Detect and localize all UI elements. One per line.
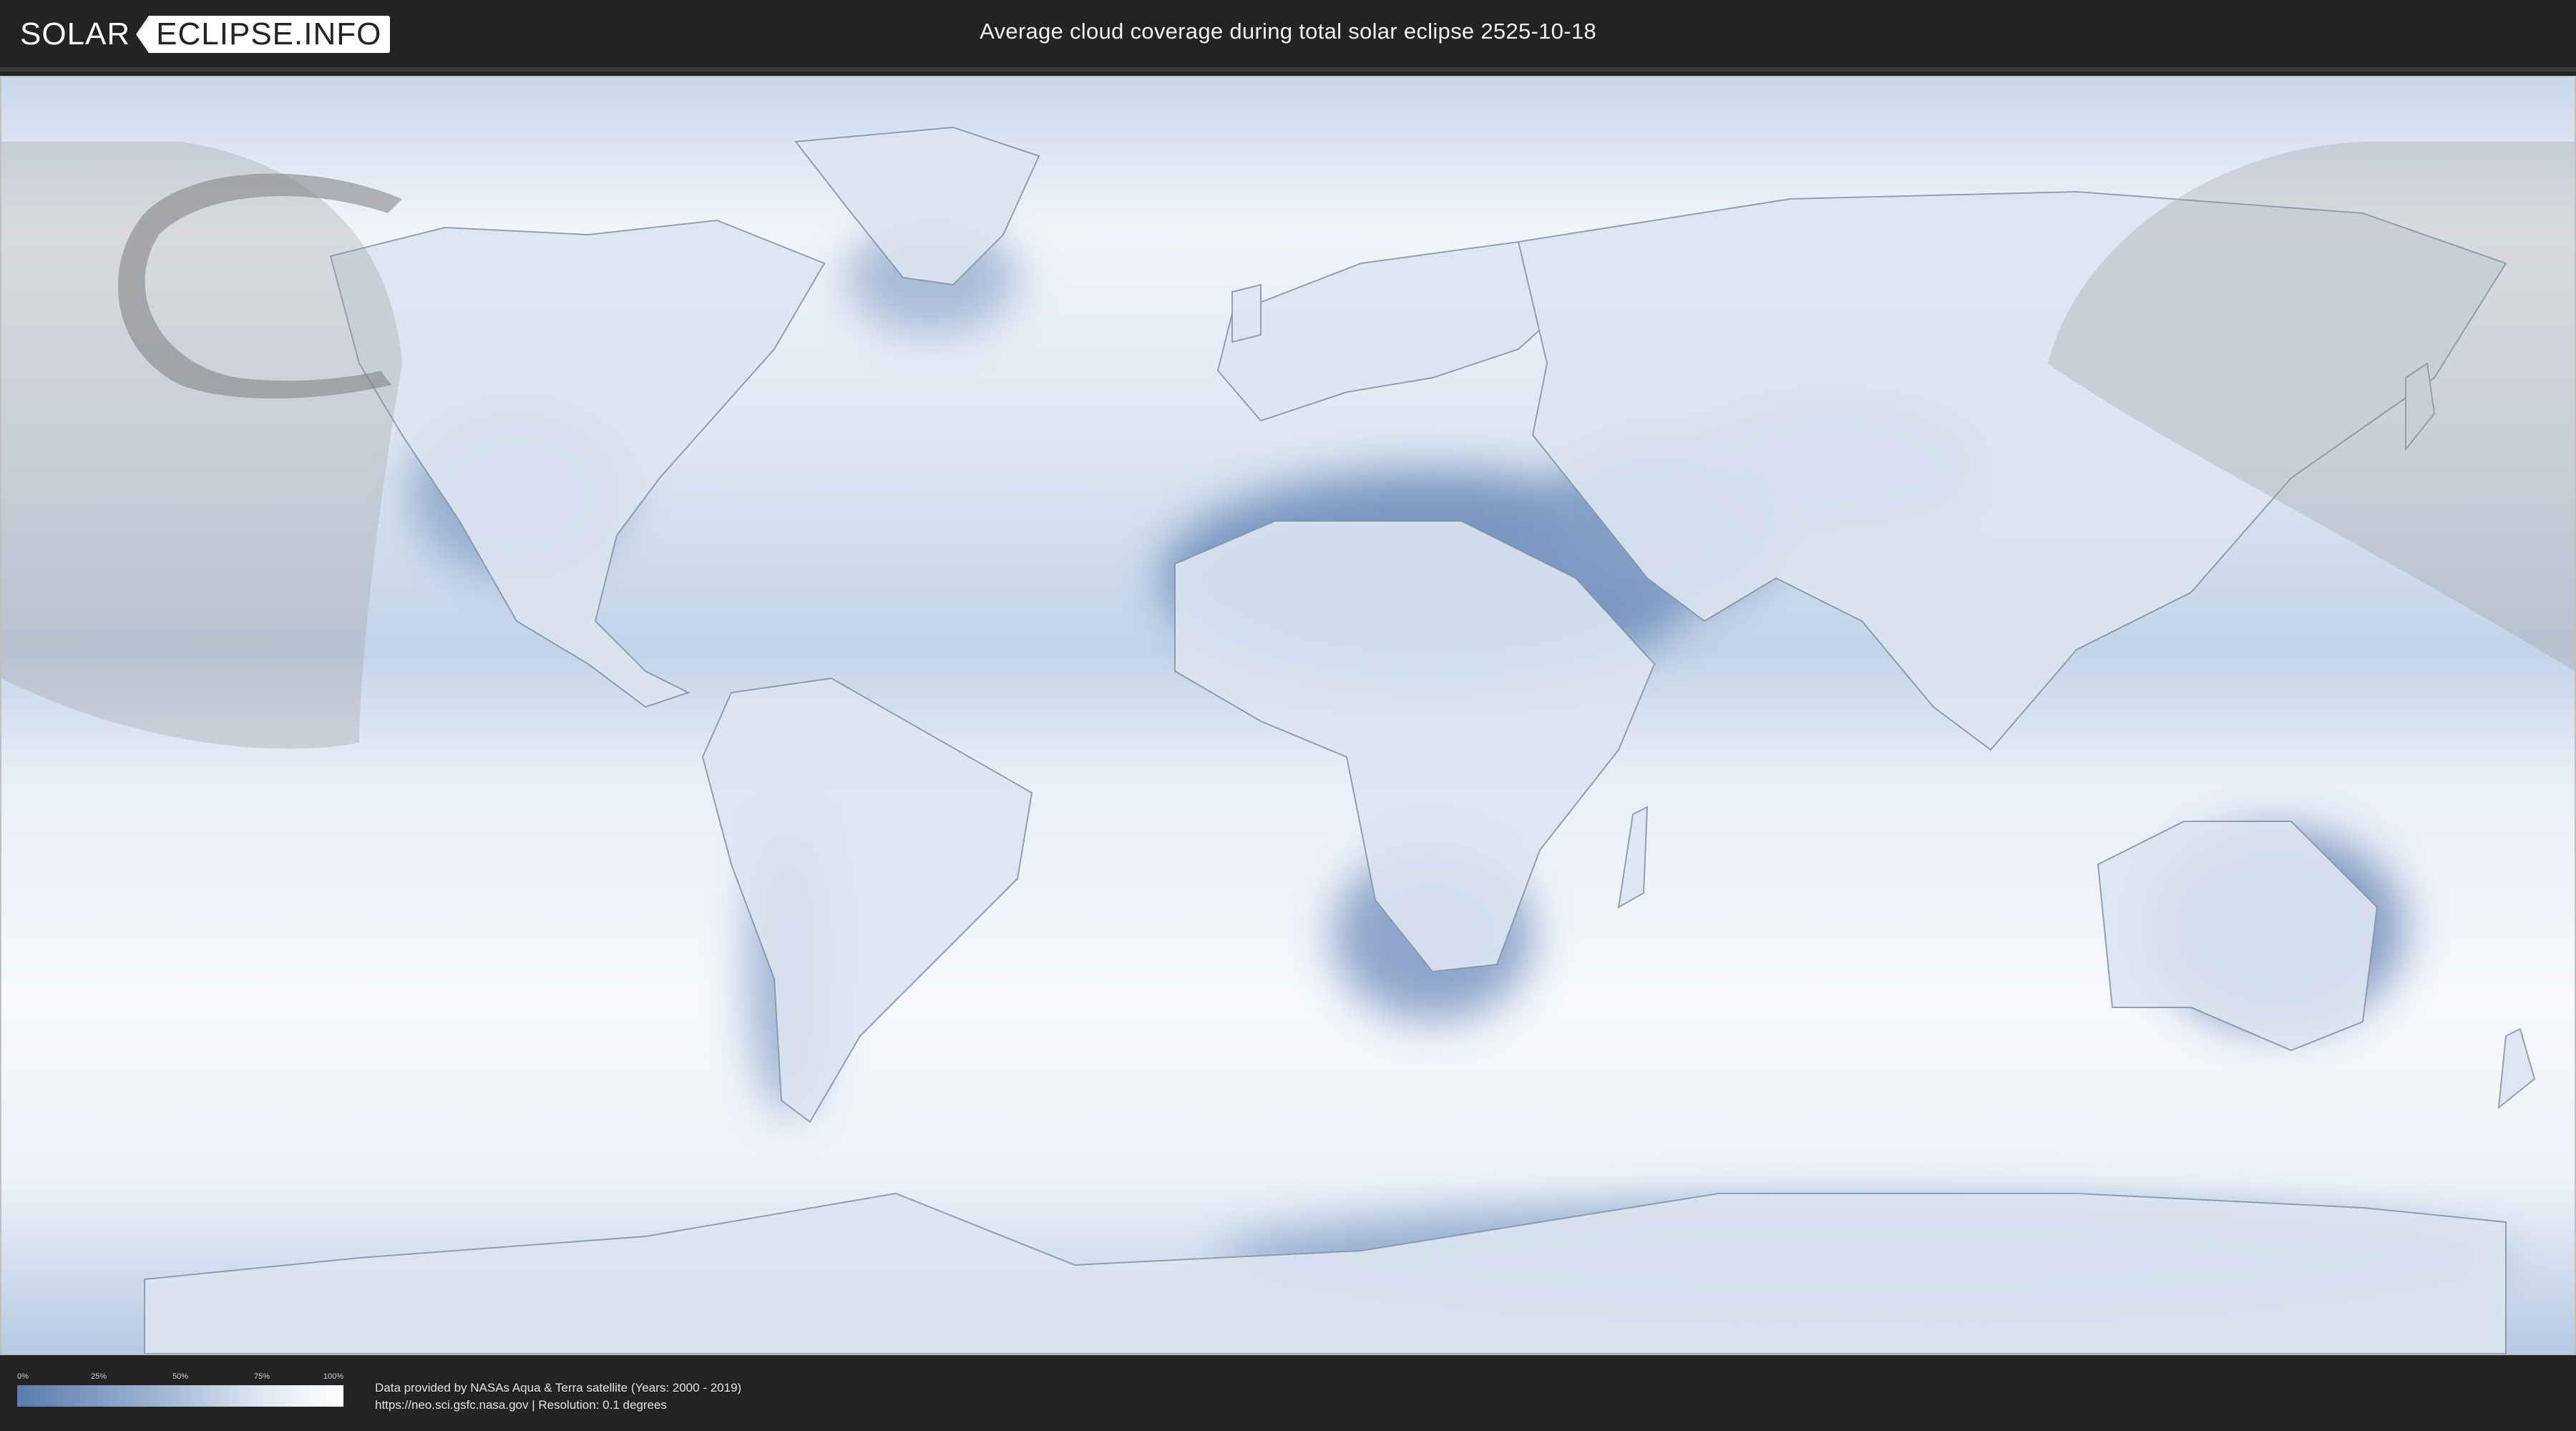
legend-tick-25: 25% <box>90 1372 107 1381</box>
cloud-coverage-legend: 0% 25% 50% 75% 100% <box>17 1372 343 1407</box>
page-title: Average cloud coverage during total sola… <box>980 19 1596 44</box>
data-credits: Data provided by NASAs Aqua & Terra sate… <box>375 1379 741 1414</box>
footer-bar: 0% 25% 50% 75% 100% Data provided by NAS… <box>0 1355 2576 1431</box>
eclipse-region-west <box>1 142 402 749</box>
header-bar: SOLAR ECLIPSE.INFO Average cloud coverag… <box>0 0 2576 72</box>
legend-tick-50: 50% <box>172 1372 189 1381</box>
world-map-svg <box>1 77 2575 1354</box>
credits-line-url[interactable]: https://neo.sci.gsfc.nasa.gov | Resoluti… <box>375 1397 741 1414</box>
credits-line-source: Data provided by NASAs Aqua & Terra sate… <box>375 1381 742 1395</box>
legend-tick-75: 75% <box>253 1372 270 1381</box>
uk-landmass <box>1231 283 1262 343</box>
legend-tick-0: 0% <box>17 1372 29 1381</box>
legend-tick-100: 100% <box>323 1372 343 1381</box>
cloud-coverage-map[interactable] <box>0 76 2576 1355</box>
legend-gradient-bar <box>17 1385 343 1407</box>
legend-ticks: 0% 25% 50% 75% 100% <box>17 1372 343 1385</box>
